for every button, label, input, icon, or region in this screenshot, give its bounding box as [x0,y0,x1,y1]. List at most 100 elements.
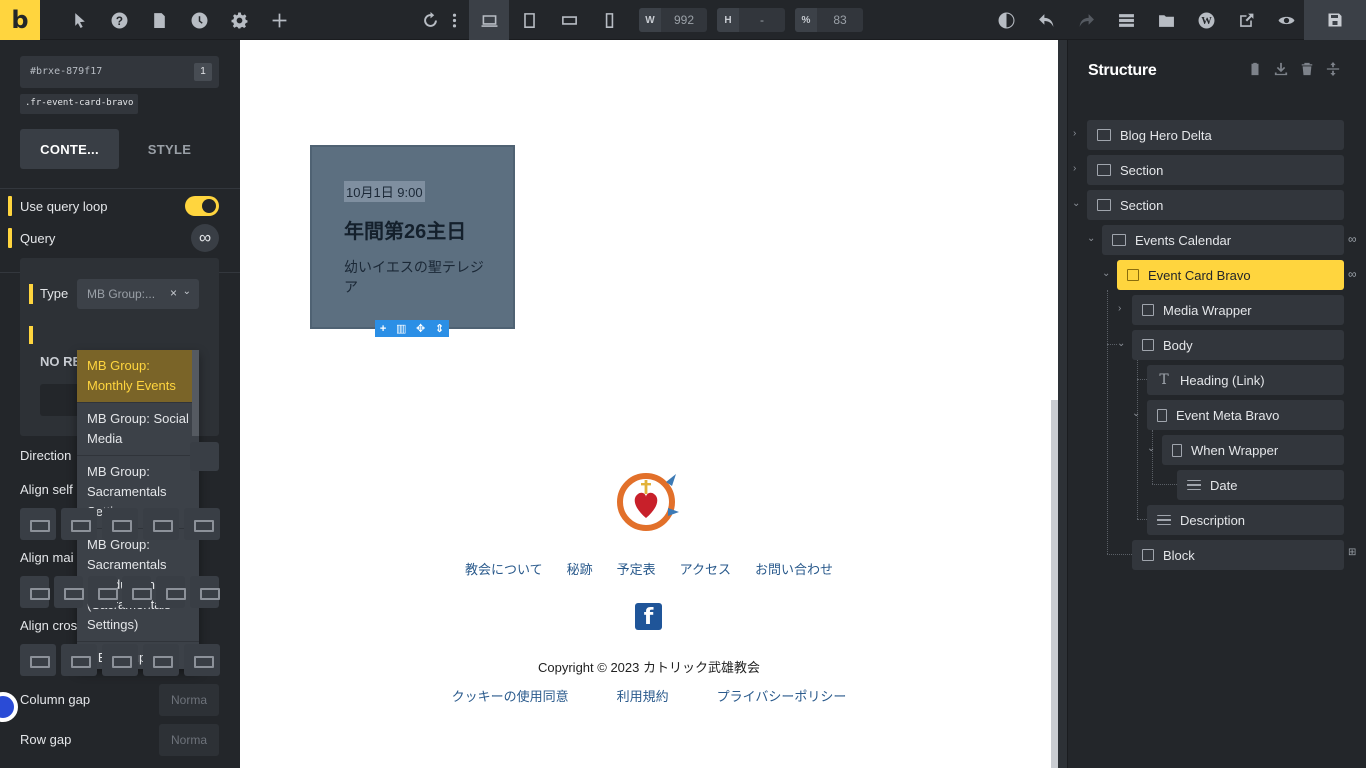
chevron-down-icon[interactable]: ⌄ [1117,338,1125,349]
footer-link[interactable]: 予定表 [617,559,656,578]
height-field[interactable]: H - [717,8,785,32]
align-option[interactable] [20,644,56,676]
row-gap-input[interactable]: Norma [159,724,219,756]
structure-node[interactable]: Date [1177,470,1344,500]
align-option[interactable] [190,576,220,608]
align-option[interactable] [143,644,179,676]
chevron-down-icon[interactable]: ⌄ [1087,233,1095,244]
legal-link[interactable]: プライバシーポリシー [717,686,847,705]
align-option[interactable] [61,644,97,676]
query-loop-toggle[interactable] [185,196,219,216]
chevron-right-icon[interactable]: › [1073,163,1076,174]
collapse-icon[interactable] [1326,62,1342,78]
stack-icon[interactable] [1109,0,1143,40]
structure-node[interactable]: Media Wrapper [1132,295,1344,325]
structure-node[interactable]: Block [1132,540,1344,570]
pages-icon[interactable] [142,0,176,40]
bricks-logo[interactable]: b [0,0,40,40]
redo-icon[interactable] [1069,0,1103,40]
desktop-icon[interactable] [469,0,509,40]
align-option[interactable] [54,576,84,608]
structure-node[interactable]: Events Calendar [1102,225,1344,255]
class-chip[interactable]: .fr-event-card-bravo [20,94,139,114]
history-icon[interactable] [182,0,216,40]
footer-link[interactable]: 秘跡 [567,559,593,578]
column-gap-input[interactable]: Norma [159,684,219,716]
align-option[interactable] [122,576,152,608]
pointer-icon[interactable] [62,0,96,40]
resize-icon[interactable]: ⇕ [435,322,444,335]
align-option[interactable] [156,576,186,608]
structure-node[interactable]: When Wrapper [1162,435,1344,465]
clipboard-icon[interactable] [1248,62,1264,78]
dropdown-option[interactable]: MB Group: Social Media [77,403,199,456]
structure-node[interactable]: Section [1087,190,1344,220]
width-field[interactable]: W 992 [639,8,707,32]
tab-style[interactable]: STYLE [120,129,219,169]
chevron-right-icon[interactable]: › [1073,128,1076,139]
footer-link[interactable]: 教会について [465,559,543,578]
legal-link[interactable]: 利用規約 [617,686,669,705]
direction-toggle[interactable] [190,442,219,471]
download-icon[interactable] [1274,62,1290,78]
structure-node-selected[interactable]: Event Card Bravo [1117,260,1344,290]
align-option[interactable] [61,508,97,540]
structure-node[interactable]: Blog Hero Delta [1087,120,1344,150]
legal-links: クッキーの使用同意 利用規約 プライバシーポリシー [240,686,1058,705]
structure-node[interactable]: Section [1087,155,1344,185]
more-icon[interactable] [437,0,471,40]
align-option[interactable] [102,644,138,676]
tab-content[interactable]: CONTE... [20,129,119,169]
contrast-icon[interactable] [989,0,1023,40]
chevron-down-icon[interactable]: ⌄ [1132,408,1140,419]
folder-icon[interactable] [1149,0,1183,40]
wordpress-icon[interactable]: W [1189,0,1223,40]
landscape-icon[interactable] [552,0,586,40]
columns-icon[interactable]: ▥ [396,322,406,335]
external-link-icon[interactable] [1229,0,1263,40]
align-option[interactable] [20,508,56,540]
clear-icon[interactable]: × [170,286,177,300]
legal-link[interactable]: クッキーの使用同意 [452,686,569,705]
structure-node[interactable]: Description [1147,505,1344,535]
align-option[interactable] [102,508,138,540]
settings-icon[interactable] [222,0,256,40]
canvas-scrollbar[interactable] [1051,400,1058,768]
dropdown-scrollbar[interactable] [192,350,199,436]
help-icon[interactable]: ? [102,0,136,40]
event-title[interactable]: 年間第26主日 [344,215,466,244]
structure-node[interactable]: Body [1132,330,1344,360]
chevron-down-icon[interactable]: ⌄ [1102,268,1110,279]
preview-icon[interactable] [1269,0,1303,40]
event-card[interactable]: 10月1日 9:00 年間第26主日 幼いイエスの聖テレジア [310,145,515,329]
chevron-down-icon[interactable]: ⌄ [183,286,191,297]
add-element-icon[interactable]: + [380,323,386,335]
query-type-select[interactable]: MB Group:... × ⌄ [77,279,199,309]
align-option[interactable] [88,576,118,608]
trash-icon[interactable] [1300,62,1316,78]
save-button[interactable] [1304,0,1366,40]
tablet-icon[interactable] [512,0,546,40]
add-icon[interactable] [262,0,296,40]
facebook-icon[interactable]: f [635,603,662,630]
chevron-down-icon[interactable]: ⌄ [1147,443,1155,454]
align-option[interactable] [184,508,220,540]
align-option[interactable] [20,576,50,608]
block-icon [1142,549,1154,561]
chevron-right-icon[interactable]: › [1118,303,1121,314]
dropdown-option[interactable]: MB Group: Monthly Events [77,350,199,403]
zoom-field[interactable]: % 83 [795,8,863,32]
align-option[interactable] [143,508,179,540]
footer-link[interactable]: お問い合わせ [755,559,833,578]
move-icon[interactable]: ✥ [416,322,425,335]
footer-link[interactable]: アクセス [680,559,731,578]
block-icon [1142,339,1154,351]
structure-node[interactable]: T Heading (Link) [1147,365,1344,395]
align-option[interactable] [184,644,220,676]
query-infinity-icon[interactable]: ∞ [191,224,219,252]
mobile-icon[interactable] [592,0,626,40]
chevron-down-icon[interactable]: ⌄ [1072,198,1080,209]
element-id-field[interactable]: #brxe-879f17 1 [20,56,219,88]
undo-icon[interactable] [1029,0,1063,40]
structure-node[interactable]: Event Meta Bravo [1147,400,1344,430]
